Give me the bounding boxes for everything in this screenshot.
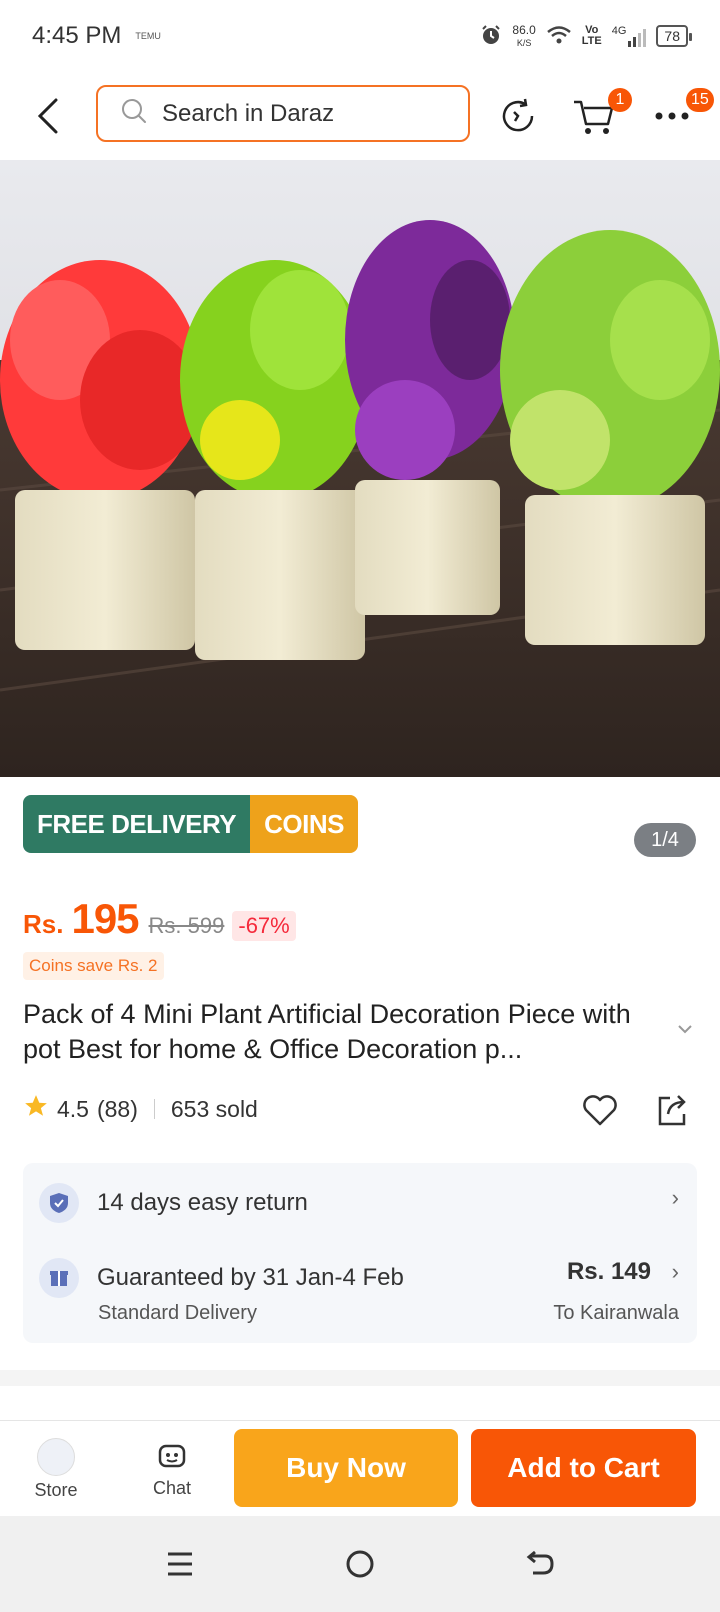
search-placeholder: Search in Daraz — [162, 99, 335, 127]
volte-indicator: Vo LTE — [582, 25, 602, 47]
signal-icon: 4G — [612, 25, 647, 47]
status-left: 4:45 PM TEMU — [32, 22, 161, 50]
wishlist-button[interactable] — [580, 1090, 620, 1130]
light-green-plant — [500, 230, 720, 645]
back-arrow-icon — [526, 1550, 554, 1575]
coins-save-badge: Coins save Rs. 2 — [23, 952, 164, 980]
store-label: Store — [34, 1479, 78, 1500]
more-badge: 15 — [686, 88, 714, 112]
home-nav-button[interactable] — [340, 1544, 380, 1584]
history-icon — [502, 98, 534, 132]
store-button[interactable]: Store — [6, 1421, 106, 1517]
status-time: 4:45 PM — [32, 22, 122, 49]
battery-indicator: 78 — [656, 25, 692, 47]
gift-box-icon — [39, 1258, 79, 1298]
system-nav-bar — [0, 1516, 720, 1612]
star-icon — [23, 1093, 49, 1125]
review-count: (88) — [96, 1095, 138, 1122]
status-bar: 4:45 PM TEMU 86.0 K/S Vo LTE 4G 78 — [0, 0, 720, 72]
chevron-right-icon[interactable]: › — [672, 1259, 679, 1285]
product-image[interactable] — [0, 160, 720, 777]
menu-nav-button[interactable] — [160, 1544, 200, 1584]
more-icon — [655, 112, 689, 120]
speed-value: 86.0 — [512, 22, 536, 37]
wifi-icon — [546, 25, 572, 48]
network-type: 4G — [611, 25, 627, 37]
return-policy-row[interactable]: 14 days easy return — [39, 1183, 308, 1223]
speed-unit: K/S — [516, 37, 532, 48]
delivery-location: To Kairanwala — [553, 1302, 679, 1324]
chevron-down-icon — [678, 1025, 692, 1034]
more-button[interactable]: 15 — [648, 88, 714, 140]
discount-badge: -67% — [232, 911, 296, 941]
original-price: Rs. 599 — [148, 913, 225, 938]
return-policy-text: 14 days easy return — [97, 1189, 308, 1216]
image-page-indicator: 1/4 — [634, 823, 696, 857]
red-plant — [0, 260, 200, 650]
price-value: 195 — [71, 895, 139, 942]
temu-notification-icon: TEMU — [135, 30, 161, 41]
delivery-info-card: 14 days easy return › Guaranteed by 31 J… — [23, 1163, 697, 1343]
green-yellow-plant — [180, 260, 370, 660]
back-button[interactable] — [30, 94, 66, 138]
chat-button[interactable]: Chat — [122, 1421, 222, 1517]
search-icon — [120, 97, 148, 130]
delivery-type: Standard Delivery — [98, 1302, 257, 1324]
chat-label: Chat — [152, 1477, 192, 1498]
menu-icon — [168, 1552, 192, 1576]
cart-button[interactable]: 1 — [570, 88, 632, 140]
product-title: Pack of 4 Mini Plant Artificial Decorati… — [23, 999, 631, 1064]
product-header: Search in Daraz 1 15 — [0, 72, 720, 160]
expand-title-button[interactable] — [676, 1022, 694, 1040]
lte-bottom: LTE — [581, 35, 602, 47]
shield-check-icon — [39, 1183, 79, 1223]
rating-value: 4.5 — [57, 1095, 89, 1122]
rating-row[interactable]: 4.5 (88) 653 sold — [23, 1093, 258, 1125]
section-divider — [0, 1370, 720, 1386]
price-currency: Rs. — [23, 909, 64, 939]
free-delivery-badge: FREE DELIVERY — [23, 795, 251, 853]
network-speed: 86.0 K/S — [512, 24, 535, 49]
status-right: 86.0 K/S Vo LTE 4G 78 — [480, 24, 692, 49]
home-circle-icon — [346, 1550, 374, 1578]
heart-icon — [583, 1095, 617, 1126]
share-button[interactable] — [652, 1090, 692, 1130]
history-button[interactable] — [494, 92, 542, 140]
promo-banner: FREE DELIVERY COINS — [23, 795, 358, 853]
delivery-price: Rs. 149 — [566, 1258, 651, 1285]
buy-now-button[interactable]: Buy Now — [234, 1429, 458, 1507]
purple-plant — [345, 220, 515, 615]
share-icon — [658, 1095, 686, 1126]
sold-count: 653 sold — [170, 1095, 258, 1122]
back-nav-button[interactable] — [520, 1544, 560, 1584]
guarantee-text: Guaranteed by 31 Jan-4 Feb — [97, 1264, 404, 1291]
rating-divider — [153, 1099, 155, 1119]
bottom-action-bar: Store Chat Buy Now Add to Cart — [0, 1420, 720, 1516]
cart-badge: 1 — [608, 88, 632, 112]
alarm-icon — [480, 24, 502, 49]
add-to-cart-button[interactable]: Add to Cart — [471, 1429, 696, 1507]
chat-bot-icon — [158, 1444, 186, 1467]
store-avatar-icon — [37, 1437, 75, 1476]
chevron-right-icon[interactable]: › — [672, 1185, 679, 1211]
delivery-row[interactable]: Guaranteed by 31 Jan-4 Feb — [39, 1258, 404, 1298]
search-input[interactable]: Search in Daraz — [96, 85, 470, 142]
price-row: Rs. 195 Rs. 599 -67% — [23, 895, 296, 943]
chevron-left-icon — [37, 98, 58, 134]
coins-badge: COINS — [250, 795, 358, 853]
